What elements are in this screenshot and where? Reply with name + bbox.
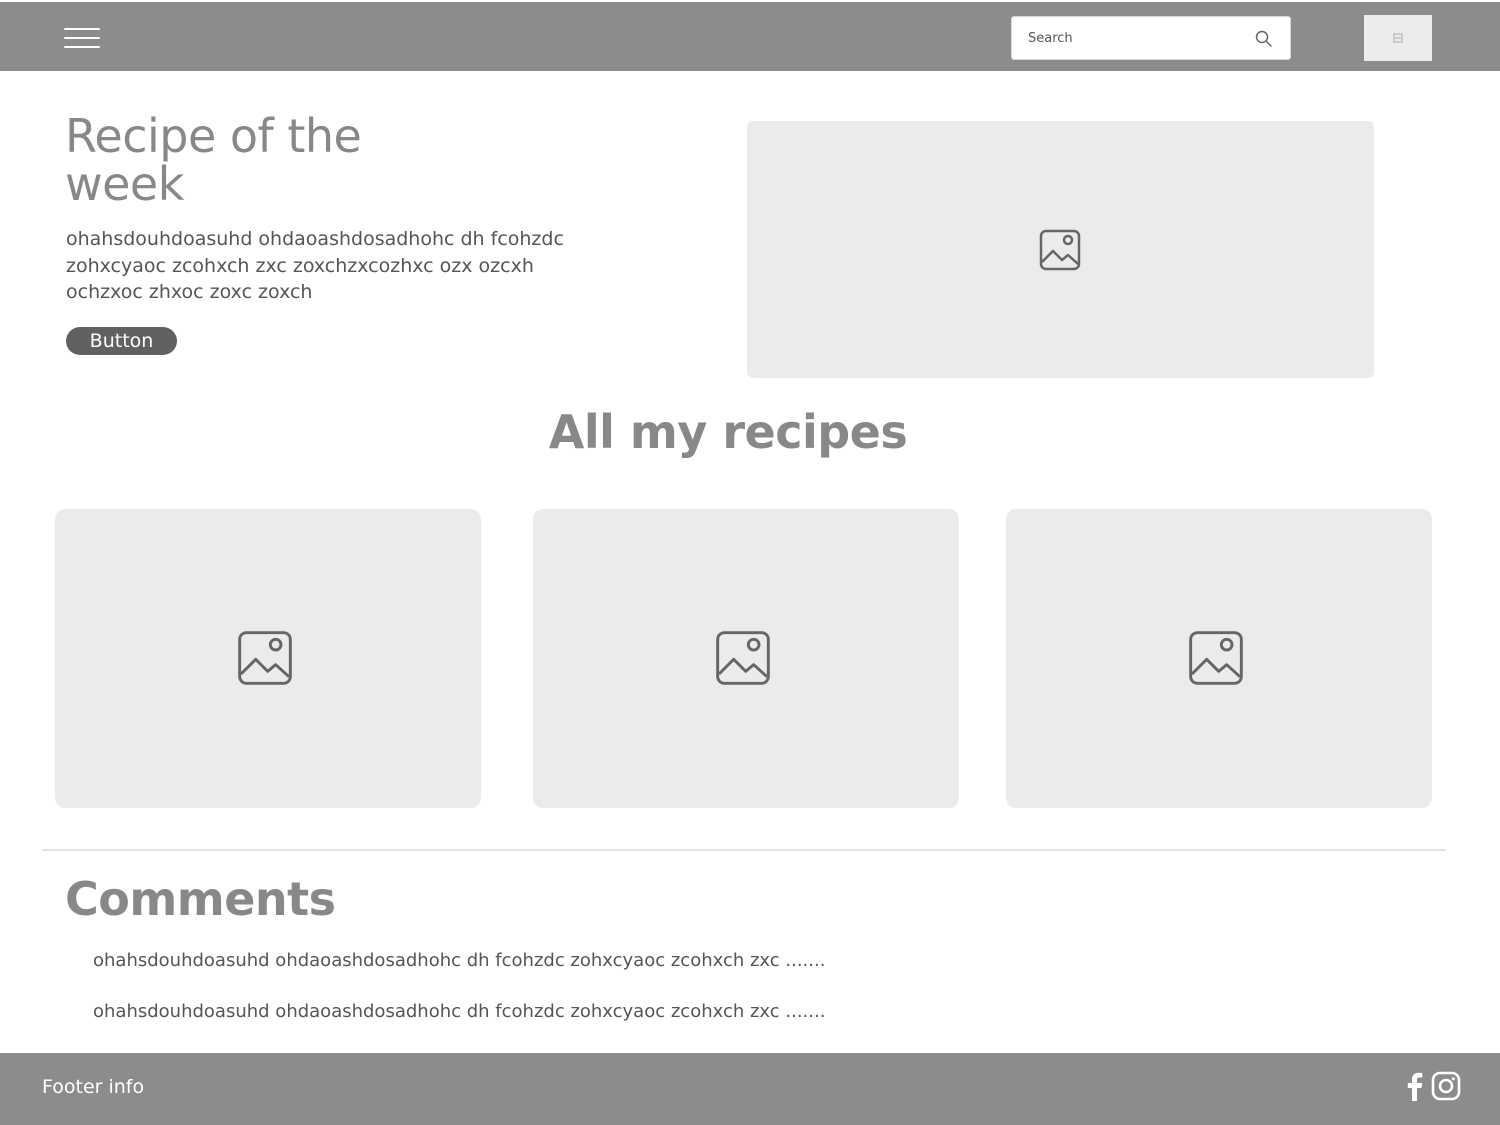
top-nav-bar	[0, 2, 1500, 71]
comment-item: ohahsdouhdoasuhd ohdaoashdosadhohc dh fc…	[93, 1001, 826, 1022]
image-icon	[1039, 229, 1081, 271]
comments-title: Comments	[65, 872, 336, 926]
image-icon	[716, 631, 770, 685]
comment-item: ohahsdouhdoasuhd ohdaoashdosadhohc dh fc…	[93, 950, 826, 971]
section-divider	[42, 849, 1446, 851]
search-icon[interactable]	[1254, 29, 1274, 49]
image-icon	[238, 631, 292, 685]
hero-image-placeholder	[747, 121, 1374, 378]
small-image-icon	[1393, 33, 1403, 43]
instagram-icon[interactable]	[1431, 1070, 1461, 1102]
recipe-card[interactable]	[533, 509, 959, 808]
recipe-card[interactable]	[1006, 509, 1432, 808]
search-box	[1011, 16, 1291, 60]
hamburger-menu-icon[interactable]	[64, 26, 100, 50]
footer-info[interactable]: Footer info	[42, 1074, 144, 1100]
recipes-section-title: All my recipes	[548, 405, 908, 459]
hero-title: Recipe of the week	[65, 109, 362, 211]
footer: Footer info	[0, 1053, 1500, 1125]
header-placeholder-box[interactable]	[1364, 15, 1432, 61]
image-icon	[1189, 631, 1243, 685]
hero-description: ohahsdouhdoasuhd ohdaoashdosadhohc dh fc…	[66, 228, 564, 303]
search-input[interactable]	[1012, 17, 1252, 59]
hero-button[interactable]: Button	[66, 327, 177, 355]
facebook-icon[interactable]	[1400, 1070, 1430, 1102]
recipe-card[interactable]	[55, 509, 481, 808]
